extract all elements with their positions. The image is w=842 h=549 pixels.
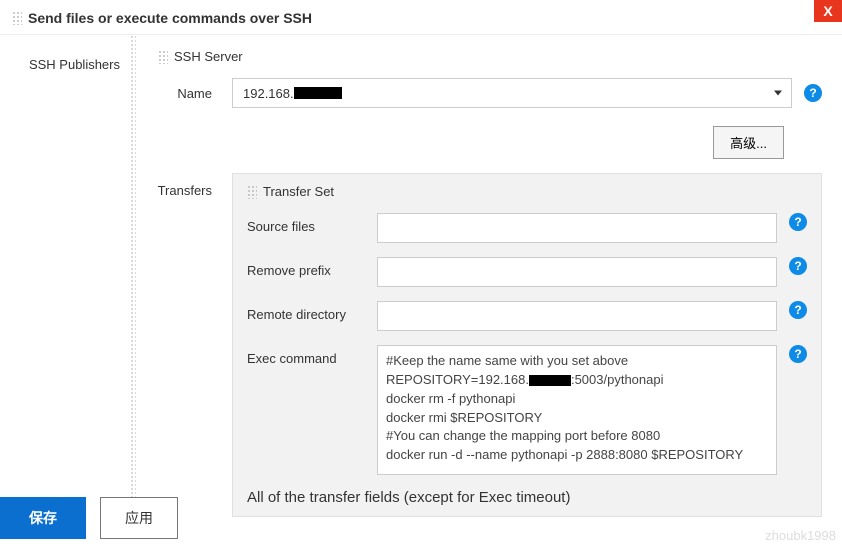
exec-line: docker rmi $REPOSITORY xyxy=(386,409,768,428)
drag-handle-icon[interactable] xyxy=(247,185,257,199)
ssh-server-name-select[interactable]: 192.168. xyxy=(232,78,792,108)
exec-line: docker rm -f pythonapi xyxy=(386,390,768,409)
exec-line: #Keep the name same with you set above xyxy=(386,352,768,371)
ssh-server-name-value: 192.168. xyxy=(243,86,294,101)
exec-command-label: Exec command xyxy=(247,345,377,366)
chevron-down-icon xyxy=(774,91,782,96)
remote-directory-input[interactable] xyxy=(377,301,777,331)
exec-line: REPOSITORY=192.168.:5003/pythonapi xyxy=(386,371,768,390)
ssh-publishers-label: SSH Publishers xyxy=(0,57,120,72)
ssh-server-title: SSH Server xyxy=(174,49,243,64)
save-button[interactable]: 保存 xyxy=(0,497,86,539)
section-title: Send files or execute commands over SSH xyxy=(28,10,312,26)
transfer-set-title: Transfer Set xyxy=(263,184,334,199)
advanced-button[interactable]: 高级... xyxy=(713,126,784,159)
source-files-input[interactable] xyxy=(377,213,777,243)
exec-line: #You can change the mapping port before … xyxy=(386,427,768,446)
exec-command-textarea[interactable]: #Keep the name same with you set above R… xyxy=(377,345,777,475)
drag-handle-icon[interactable] xyxy=(12,11,22,25)
remove-prefix-input[interactable] xyxy=(377,257,777,287)
redacted-text xyxy=(529,375,571,386)
section-header: Send files or execute commands over SSH xyxy=(0,0,842,35)
help-icon[interactable]: ? xyxy=(789,257,807,275)
redacted-text xyxy=(294,87,342,99)
help-icon[interactable]: ? xyxy=(804,84,822,102)
footer-bar: 保存 应用 xyxy=(0,497,178,549)
exec-line: docker run -d --name pythonapi -p 2888:8… xyxy=(386,446,768,465)
vertical-divider xyxy=(130,35,136,544)
transfers-label: Transfers xyxy=(152,173,232,517)
transfers-note: All of the transfer fields (except for E… xyxy=(247,489,807,506)
help-icon[interactable]: ? xyxy=(789,345,807,363)
apply-button[interactable]: 应用 xyxy=(100,497,178,539)
drag-handle-icon[interactable] xyxy=(158,50,168,64)
name-label: Name xyxy=(152,86,232,101)
source-files-label: Source files xyxy=(247,213,377,234)
remove-prefix-label: Remove prefix xyxy=(247,257,377,278)
help-icon[interactable]: ? xyxy=(789,301,807,319)
remote-directory-label: Remote directory xyxy=(247,301,377,322)
help-icon[interactable]: ? xyxy=(789,213,807,231)
close-button[interactable]: X xyxy=(814,0,842,22)
transfers-panel: Transfer Set Source files ? Remove prefi… xyxy=(232,173,822,517)
